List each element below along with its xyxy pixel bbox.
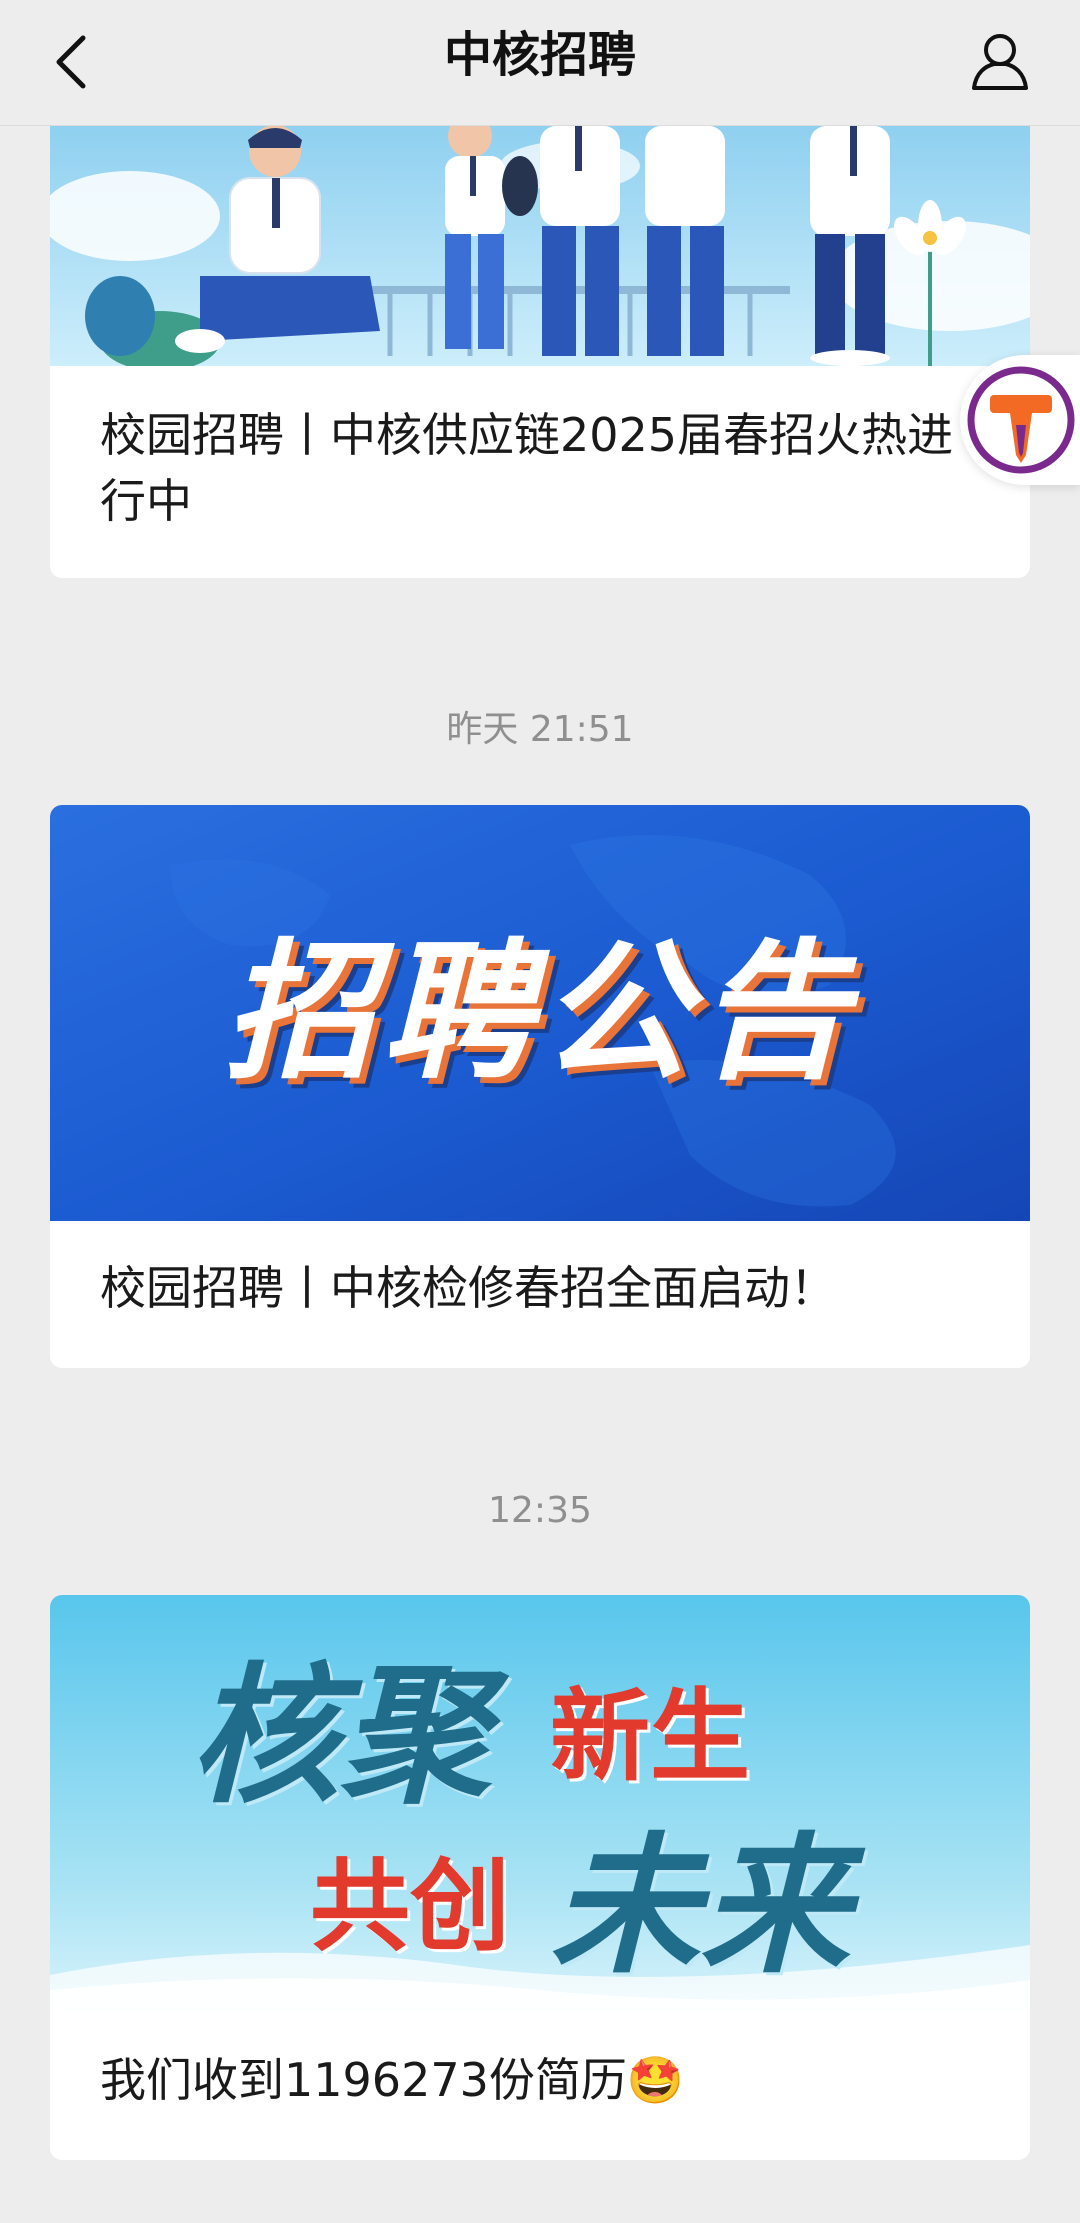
campus-students-illustration [50, 126, 1030, 366]
profile-button[interactable] [960, 20, 1040, 100]
top-navigation-bar: 中核招聘 [0, 0, 1080, 126]
article-title[interactable]: 我们收到1196273份简历🤩 [50, 2011, 1030, 2113]
message-timestamp: 12:35 [488, 1490, 592, 1531]
user-icon [972, 34, 1028, 90]
article-card[interactable]: 校园招聘丨中核供应链2025届春招火热进行中 [50, 126, 1030, 578]
article-card[interactable]: 核聚 新生 共创 未来 我们收到1196273份简历🤩 [50, 1595, 1030, 2160]
t-logo-icon [967, 366, 1075, 474]
page-title: 中核招聘 [443, 27, 636, 83]
article-banner-image [50, 126, 1030, 366]
article-banner-image: 招聘公告 [50, 805, 1030, 1221]
banner-text-wei-lai: 未来 [550, 1818, 851, 1994]
banner-headline: 招聘公告 [223, 926, 856, 1100]
article-banner-image: 核聚 新生 共创 未来 [50, 1595, 1030, 2011]
banner-text-gong-chuang: 共创 [310, 1848, 510, 1965]
message-timestamp: 昨天 21:51 [446, 709, 634, 750]
banner-text-he-ju: 核聚 [190, 1648, 491, 1824]
banner-text-xin-sheng: 新生 [550, 1678, 750, 1795]
article-title[interactable]: 校园招聘丨中核供应链2025届春招火热进行中 [50, 366, 1010, 534]
article-card[interactable]: 招聘公告 校园招聘丨中核检修春招全面启动！ [50, 805, 1030, 1368]
floating-assistant-button[interactable] [960, 355, 1080, 485]
article-title[interactable]: 校园招聘丨中核检修春招全面启动！ [50, 1221, 1030, 1321]
